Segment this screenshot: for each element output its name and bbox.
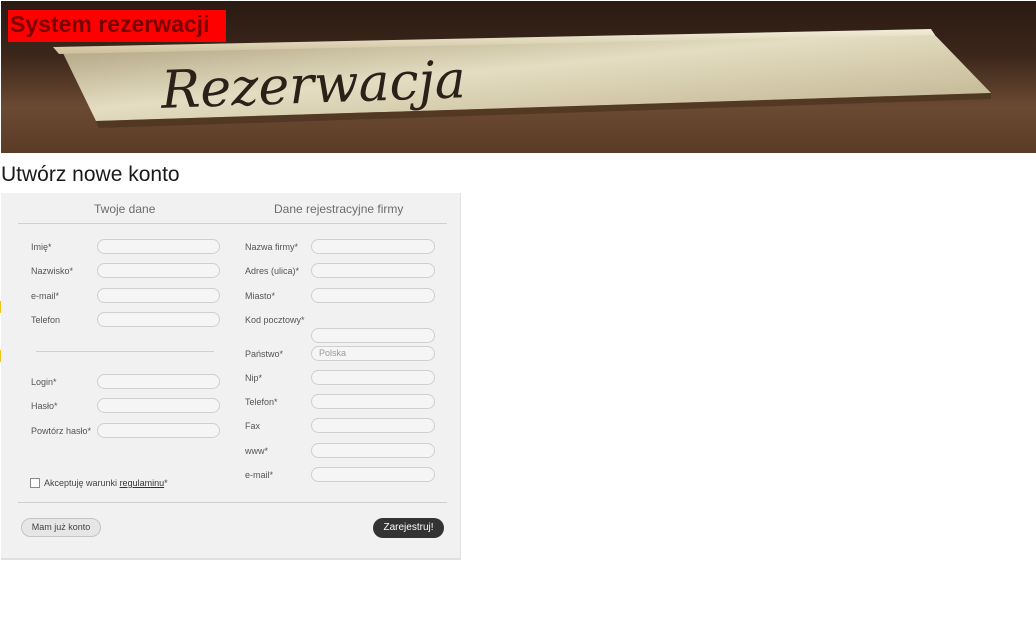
company-name-field[interactable] bbox=[311, 239, 435, 254]
country-field[interactable]: Polska bbox=[311, 346, 435, 361]
login-label: Login* bbox=[31, 377, 57, 387]
postal-code-field[interactable] bbox=[311, 328, 435, 343]
terms-link[interactable]: regulaminu bbox=[120, 478, 165, 488]
city-field[interactable] bbox=[311, 288, 435, 303]
first-name-label: Imię* bbox=[31, 242, 52, 252]
terms-prefix: Akceptuję warunki bbox=[44, 478, 118, 488]
page-title: Utwórz nowe konto bbox=[1, 163, 180, 186]
city-label: Miasto* bbox=[245, 291, 276, 301]
brand-title: System rezerwacji bbox=[10, 11, 210, 37]
phone-label: Telefon bbox=[31, 315, 61, 325]
password-field[interactable] bbox=[97, 398, 220, 413]
last-name-label: Nazwisko* bbox=[31, 266, 74, 276]
terms-checkbox[interactable] bbox=[30, 478, 40, 488]
password-repeat-label: Powtórz hasło* bbox=[31, 426, 92, 436]
www-field[interactable] bbox=[311, 443, 435, 458]
company-phone-label: Telefon* bbox=[245, 397, 278, 407]
phone-field[interactable] bbox=[97, 312, 220, 327]
have-account-button[interactable]: Mam już konto bbox=[21, 518, 101, 537]
company-name-label: Nazwa firmy* bbox=[245, 242, 299, 252]
registration-form: Twoje dane Dane rejestracyjne firmy Imię… bbox=[1, 193, 461, 560]
country-label: Państwo* bbox=[245, 349, 284, 359]
www-label: www* bbox=[245, 446, 269, 456]
street-label: Adres (ulica)* bbox=[245, 266, 300, 276]
terms-suffix: * bbox=[164, 478, 168, 488]
nip-label: Nip* bbox=[245, 373, 263, 383]
email-field[interactable] bbox=[97, 288, 220, 303]
fax-label: Fax bbox=[245, 421, 261, 431]
header-banner: Rezerwacja System rezerwacji bbox=[1, 1, 1036, 153]
fax-field[interactable] bbox=[311, 418, 435, 433]
first-name-field[interactable] bbox=[97, 239, 220, 254]
email-label: e-mail* bbox=[31, 291, 60, 301]
header-divider bbox=[18, 223, 447, 224]
last-name-field[interactable] bbox=[97, 263, 220, 278]
password-repeat-field[interactable] bbox=[97, 423, 220, 438]
company-email-field[interactable] bbox=[311, 467, 435, 482]
footer-divider bbox=[18, 502, 447, 503]
nip-field[interactable] bbox=[311, 370, 435, 385]
street-field[interactable] bbox=[311, 263, 435, 278]
company-phone-field[interactable] bbox=[311, 394, 435, 409]
personal-data-heading: Twoje dane bbox=[94, 202, 156, 216]
login-field[interactable] bbox=[97, 374, 220, 389]
section-divider bbox=[36, 351, 214, 352]
company-email-label: e-mail* bbox=[245, 470, 274, 480]
company-data-heading: Dane rejestracyjne firmy bbox=[274, 202, 404, 216]
password-label: Hasło* bbox=[31, 401, 58, 411]
postal-code-label: Kod pocztowy* bbox=[245, 315, 305, 325]
terms-label: Akceptuję warunki regulaminu* bbox=[44, 477, 168, 489]
banner-plate-text: Rezerwacja bbox=[159, 50, 467, 121]
register-button[interactable]: Zarejestruj! bbox=[373, 518, 444, 538]
